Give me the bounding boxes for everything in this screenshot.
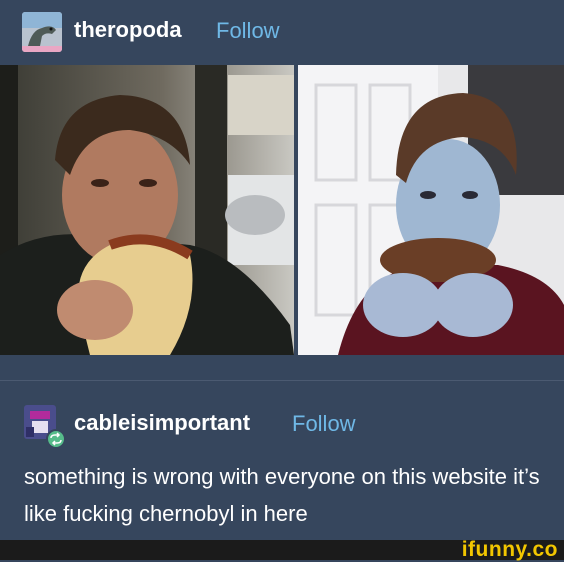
reblog-follow-button[interactable]: Follow (292, 411, 356, 437)
reblog-author-avatar[interactable] (22, 405, 66, 449)
post-photo-left (0, 65, 294, 355)
author-avatar[interactable] (22, 12, 62, 52)
post-author-name[interactable]: theropoda (74, 17, 182, 43)
photo-man-eating-burger (298, 65, 564, 355)
reblog-icon (46, 429, 66, 449)
photo-man-eating-burrito (0, 65, 294, 355)
post-photo-right (298, 65, 564, 355)
follow-button[interactable]: Follow (216, 18, 280, 44)
post-divider (0, 380, 564, 381)
reblog-text: something is wrong with everyone on this… (24, 464, 540, 526)
reblog-author-name[interactable]: cableisimportant (74, 410, 250, 436)
dinosaur-avatar-icon (22, 12, 62, 52)
post-header: theropoda Follow (0, 0, 564, 62)
watermark-logo: ifunny.co (461, 538, 558, 561)
